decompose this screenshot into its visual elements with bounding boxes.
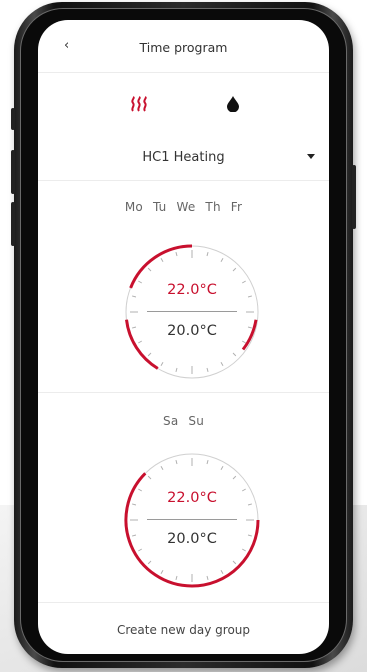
weekend-eco-temp: 20.0°C [167,531,217,547]
dial-tick [232,352,237,357]
weekday-dial-graphic [125,244,259,379]
create-day-group-button[interactable]: Create new day group [38,623,329,637]
dial-tick [147,560,152,565]
weekday-group-days[interactable]: Mo Tu We Th Fr [38,200,329,214]
dial-tick [232,560,237,565]
footer-divider [38,602,329,603]
dial-tick [232,475,237,480]
dial-tick [138,548,143,552]
phone-volume-up-button [11,150,15,194]
day-label-we: We [176,200,196,214]
dial-tick [220,258,224,263]
weekend-dial-graphic [124,453,260,588]
weekend-program-dial[interactable]: 22.0°C 20.0°C [122,450,262,590]
dial-tick [220,466,224,471]
dial-tick [206,251,209,257]
caret-down-icon[interactable] [307,154,315,159]
dial-tick [220,569,224,574]
dial-tick [175,575,178,581]
weekday-temp-divider [147,311,237,312]
day-label-sa: Sa [163,414,179,428]
dial-tick [175,367,178,373]
weekday-eco-temp: 20.0°C [167,323,217,339]
circuit-divider [38,180,329,181]
day-label-th: Th [205,200,221,214]
dial-tick [206,367,209,373]
header-divider [38,72,329,73]
phone-power-button [352,165,356,229]
weekday-dial-ticks [130,250,254,374]
weekend-group-days[interactable]: Sa Su [38,414,329,428]
day-label-fr: Fr [230,200,243,214]
dial-tick [147,475,152,480]
page-title: Time program [139,40,228,55]
day-label-su: Su [188,414,204,428]
weekend-temp-divider [147,519,237,520]
dial-tick [160,361,164,366]
day-label-mo: Mo [124,200,143,214]
phone-volume-down-button [11,202,15,246]
dial-tick [232,267,237,272]
heat-waves-icon [131,96,147,112]
tab-hot-water[interactable] [218,92,248,116]
tab-heating[interactable] [124,92,154,116]
app-screen: ‹ Time program HC1 Heating Mo Tu We Th Fr 22… [38,20,329,654]
dial-tick [160,258,164,263]
day-label-tu: Tu [152,200,167,214]
weekend-comfort-temp: 22.0°C [167,490,217,506]
dial-tick [147,352,152,357]
dial-tick [206,575,209,581]
dial-tick [160,466,164,471]
water-drop-icon [227,96,239,112]
dial-tick [175,251,178,257]
weekday-program-dial[interactable]: 22.0°C 20.0°C [122,242,262,382]
dial-tick [220,361,224,366]
dial-tick [147,267,152,272]
dial-tick [138,340,143,344]
group-divider [38,392,329,393]
circuit-selector[interactable]: HC1 Heating [38,150,329,165]
weekend-dial-ticks [130,458,254,582]
phone-side-button [11,108,15,130]
header: ‹ Time program [38,20,329,72]
dial-tick [241,548,246,552]
weekday-comfort-temp: 22.0°C [167,282,217,298]
dial-tick [206,459,209,465]
dial-tick [241,340,246,344]
dial-tick [160,569,164,574]
dial-tick [175,459,178,465]
